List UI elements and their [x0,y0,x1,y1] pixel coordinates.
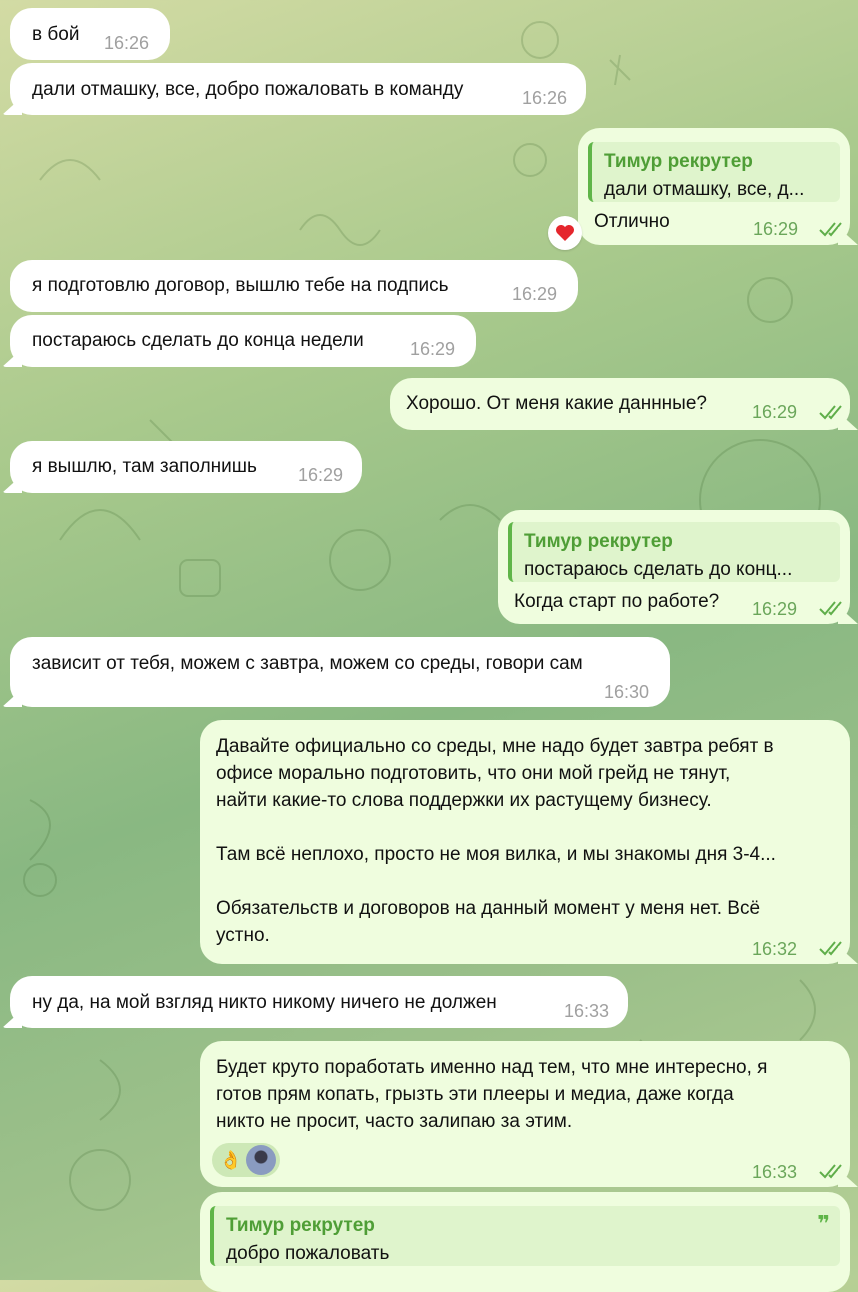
outgoing-message[interactable]: Тимур рекрутер добро пожаловать ❞ [200,1192,850,1292]
message-text: Хорошо. От меня какие даннные? [406,393,707,414]
reply-quote[interactable]: Тимур рекрутер постараюсь сделать до кон… [508,522,840,582]
reply-text: постараюсь сделать до конц... [524,559,793,580]
heart-reaction-icon[interactable] [548,216,582,250]
read-checkmarks-icon [819,601,842,616]
incoming-message[interactable]: дали отмашку, все, добро пожаловать в ко… [10,63,586,115]
incoming-message[interactable]: я вышлю, там заполнишь 16:29 [10,441,362,493]
message-time: 16:29 [752,402,798,422]
outgoing-message[interactable]: Хорошо. От меня какие даннные? 16:29 [390,378,850,430]
reply-text: дали отмашку, все, д... [604,179,805,200]
message-time: 16:29 [753,219,799,239]
message-line: устно. [216,925,270,946]
message-time: 16:29 [752,599,798,619]
message-time: 16:26 [522,88,568,108]
message-time: 16:30 [604,682,650,702]
incoming-message[interactable]: постараюсь сделать до конца недели 16:29 [10,315,476,367]
message-line: никто не просит, часто залипаю за этим. [216,1111,573,1132]
message-time: 16:29 [298,465,344,485]
message-text: я вышлю, там заполнишь [32,456,257,477]
outgoing-message[interactable]: Тимур рекрутер дали отмашку, все, д... О… [578,128,850,245]
message-time: 16:26 [104,33,150,53]
message-text-lines: Будет круто поработать именно над тем, ч… [216,1054,767,1135]
ok-hand-reaction-icon: 👌 [219,1149,243,1170]
outgoing-message[interactable]: Тимур рекрутер постараюсь сделать до кон… [498,510,850,624]
quote-icon: ❞ [817,1211,830,1236]
reactions-bar[interactable]: 👌 [212,1143,280,1177]
message-text: в бой [32,24,80,45]
message-text: я подготовлю договор, вышлю тебе на подп… [32,275,449,296]
read-checkmarks-icon [819,405,842,420]
message-line: офисе морально подготовить, что они мой … [216,763,731,784]
message-line: Будет круто поработать именно над тем, ч… [216,1057,768,1078]
read-checkmarks-icon [819,222,842,237]
message-time: 16:29 [512,284,558,304]
reply-author: Тимур рекрутер [524,531,673,552]
message-time: 16:29 [410,339,456,359]
reply-quote[interactable]: Тимур рекрутер добро пожаловать ❞ [210,1206,840,1266]
message-text: Отлично [594,211,670,232]
message-text: постараюсь сделать до конца недели [32,330,364,351]
reply-text: добро пожаловать [226,1243,390,1264]
message-line: Давайте официально со среды, мне надо бу… [216,736,774,757]
message-line: найти какие-то слова поддержки их растущ… [216,790,712,811]
message-line [216,868,776,895]
incoming-message[interactable]: зависит от тебя, можем с завтра, можем с… [10,637,670,707]
reply-author: Тимур рекрутер [226,1215,375,1236]
incoming-message[interactable]: в бой 16:26 [10,8,170,60]
message-text: зависит от тебя, можем с завтра, можем с… [32,653,583,674]
outgoing-message[interactable]: Давайте официально со среды, мне надо бу… [200,720,850,964]
message-time: 16:32 [752,939,798,959]
read-checkmarks-icon [819,941,842,956]
message-time: 16:33 [752,1162,798,1182]
message-text: ну да, на мой взгляд никто никому ничего… [32,992,497,1013]
avatar [246,1145,276,1175]
message-line [216,814,776,841]
message-text: дали отмашку, все, добро пожаловать в ко… [32,79,464,100]
reply-quote[interactable]: Тимур рекрутер дали отмашку, все, д... [588,142,840,202]
message-line: Обязательств и договоров на данный момен… [216,898,761,919]
message-line: Там всё неплохо, просто не моя вилка, и … [216,844,776,865]
outgoing-message[interactable]: Будет круто поработать именно над тем, ч… [200,1041,850,1187]
reply-author: Тимур рекрутер [604,151,753,172]
message-line: готов прям копать, грызть эти плееры и м… [216,1084,734,1105]
message-time: 16:33 [564,1001,610,1021]
read-checkmarks-icon [819,1164,842,1179]
message-text-lines: Давайте официально со среды, мне надо бу… [216,733,776,949]
incoming-message[interactable]: ну да, на мой взгляд никто никому ничего… [10,976,628,1028]
message-text: Когда старт по работе? [514,591,720,612]
incoming-message[interactable]: я подготовлю договор, вышлю тебе на подп… [10,260,578,312]
